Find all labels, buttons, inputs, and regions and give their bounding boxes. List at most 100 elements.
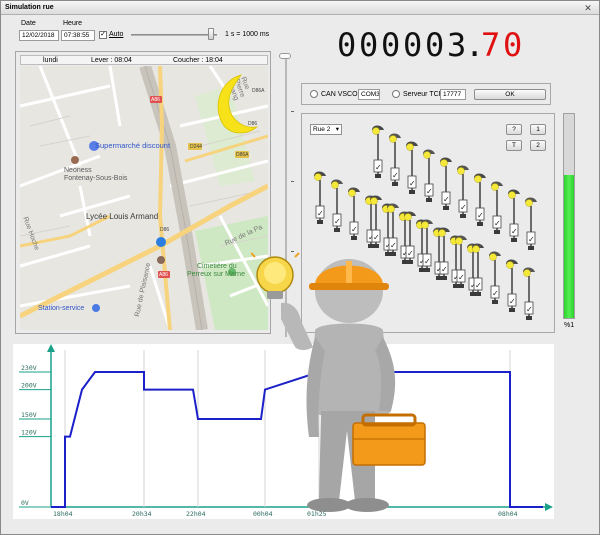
street-lamp: ✓ (489, 251, 501, 304)
counter-digit: 0 (337, 27, 356, 61)
map-label-lycee: Lycée Louis Armand (86, 212, 159, 221)
check-icon: ✓ (390, 241, 397, 250)
check-icon: ✓ (441, 265, 448, 274)
lamp-base (426, 198, 432, 202)
lamp-base (317, 220, 323, 224)
map-label-cemetery-2: Perreux sur Marne (187, 271, 245, 278)
sunset-label: Coucher : 18:04 (173, 57, 223, 64)
check-icon: ✓ (373, 233, 380, 242)
server-port-field[interactable]: 17777 (440, 89, 466, 100)
counter-digit: 0 (381, 27, 400, 61)
server-radio[interactable] (392, 90, 400, 98)
check-icon: ✓ (334, 217, 341, 226)
can-radio[interactable] (310, 90, 318, 98)
street-lamp: ✓ (372, 125, 384, 178)
level-fill (564, 175, 574, 318)
counter-digit-decimal: 7 (481, 27, 500, 61)
lamp-base (477, 222, 483, 226)
y-tick-label: 200V (21, 382, 37, 390)
lamp-base (509, 308, 515, 312)
counter-digit: 0 (359, 27, 378, 61)
check-icon: ✓ (460, 203, 467, 212)
lamp-bulb (472, 245, 480, 253)
check-icon: ✓ (351, 225, 358, 234)
street-lamp: ✓ (508, 189, 520, 242)
x-axis-arrow (545, 503, 553, 511)
lamp-base (392, 182, 398, 186)
street-lamp: ✓ (389, 133, 401, 186)
check-icon: ✓ (526, 305, 533, 314)
lamp-bulb (489, 253, 497, 261)
check-icon: ✓ (511, 227, 518, 236)
map-label-supermarket: Supermarché discount (95, 141, 171, 150)
x-tick-label: 08h04 (498, 510, 518, 518)
x-tick-label: 22h04 (186, 510, 206, 518)
map-shield-d244: D244 (190, 144, 202, 150)
sun-times-bar: lundi Lever : 08:04 Coucher : 18:04 (20, 55, 268, 65)
street-lamp: ✓ (474, 173, 486, 226)
lamp-bulb (455, 237, 463, 245)
lamp-bulb (474, 175, 482, 183)
x-tick-label: 18h04 (53, 510, 73, 518)
sunrise-label: Lever : 08:04 (91, 57, 132, 64)
street-lamp: ✓ (506, 259, 518, 312)
counter-digit: 0 (403, 27, 422, 61)
lamp-base (443, 206, 449, 210)
lamp-bulb (525, 199, 533, 207)
lamp-bulb (370, 197, 378, 205)
time-field[interactable]: 07:38:55 (61, 30, 95, 41)
lamp-base (492, 300, 498, 304)
lamp-base (460, 214, 466, 218)
y-tick-label: 150V (21, 411, 37, 419)
check-icon: ✓ (443, 195, 450, 204)
day-label: lundi (43, 57, 58, 64)
lamp-bulb (389, 135, 397, 143)
street-lamp: ✓ (440, 157, 452, 210)
can-port-field[interactable]: COM3 (358, 89, 380, 100)
date-label: Date (21, 20, 36, 27)
speed-slider-track[interactable] (131, 34, 217, 36)
level-gauge (563, 113, 575, 319)
dimmer-tick (291, 181, 294, 182)
date-field[interactable]: 12/02/2018 (19, 30, 59, 41)
ok-button[interactable]: OK (474, 89, 546, 100)
check-icon: ✓ (477, 211, 484, 220)
check-icon: ✓ (509, 297, 516, 306)
counter-digit: 3 (447, 27, 466, 61)
lamp-base (441, 276, 447, 280)
lamp-bulb (523, 269, 531, 277)
counter-digit: 0 (425, 27, 444, 61)
map-shield-d86: D86 (160, 227, 170, 233)
check-icon: ✓ (409, 179, 416, 188)
street-lamp: ✓ (406, 141, 418, 194)
street-lamp: ✓ (314, 171, 326, 224)
check-icon: ✓ (492, 289, 499, 298)
speed-slider-thumb[interactable] (207, 28, 214, 40)
lamp-bulb (440, 159, 448, 167)
auto-label: Auto (109, 31, 124, 38)
street-lamp: ✓ (525, 197, 537, 250)
lamp-base (351, 236, 357, 240)
check-icon: ✓ (458, 273, 465, 282)
auto-checkbox[interactable]: ✓ (99, 31, 107, 39)
lamp-bulb (404, 213, 412, 221)
map-label-cemetery: Cimetière du (197, 263, 237, 270)
time-label: Heure (63, 20, 83, 27)
lamp-bulb (491, 183, 499, 191)
check-icon: ✓ (528, 235, 535, 244)
dimmer-slider-thumb[interactable] (279, 53, 291, 59)
lamp-base (475, 292, 481, 296)
close-icon[interactable]: ✕ (583, 3, 593, 13)
y-tick-label: 0V (21, 499, 29, 507)
window-title: Simulation rue (5, 4, 54, 11)
check-icon: ✓ (426, 187, 433, 196)
lamp-bulb (348, 189, 356, 197)
lamp-bulb (438, 229, 446, 237)
street-lamp: ✓ (348, 187, 360, 240)
check-icon: ✓ (494, 219, 501, 228)
lamp-bulb (331, 181, 339, 189)
worker-mascot (251, 252, 426, 512)
lamp-bulb (506, 261, 514, 269)
lamp-base (494, 230, 500, 234)
connection-panel: CAN VSCOM COM3 Serveur TCP 17777 OK (301, 83, 551, 105)
